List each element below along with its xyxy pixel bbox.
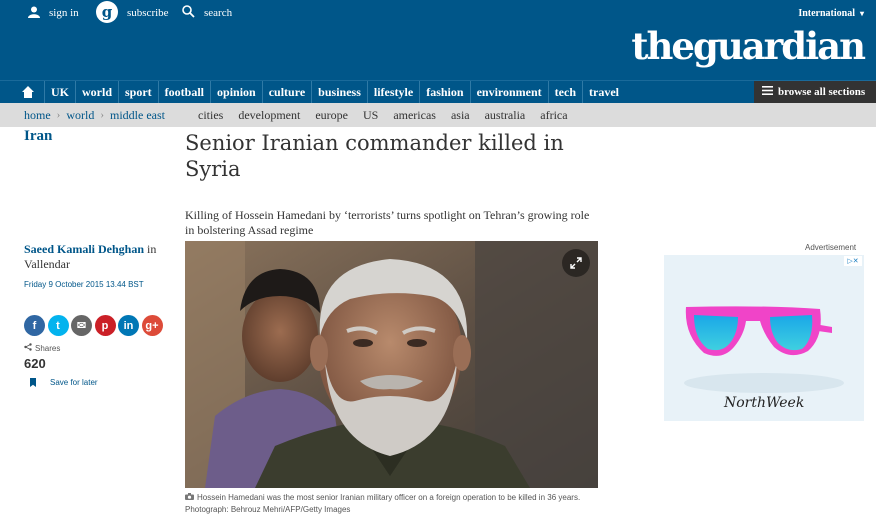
nav-item-fashion[interactable]: fashion [419,81,469,103]
browse-all-sections-button[interactable]: browse all sections [754,81,876,103]
portrait-image [185,241,598,488]
share-linkedin-button[interactable]: in [118,315,139,336]
expand-icon [570,257,582,269]
camera-icon [185,492,194,504]
section-links: cities development europe US americas asia aus… [198,103,583,127]
nav-item-travel[interactable]: travel [582,81,625,103]
nav-item-business[interactable]: business [311,81,367,103]
nav-item-tech[interactable]: tech [547,81,582,103]
logo-the: the [631,24,695,68]
signin-link[interactable]: sign in [28,3,79,23]
subnav-link-cities[interactable]: cities [198,108,223,123]
edition-label: International [798,7,855,19]
breadcrumb: home › world › middle east [24,103,165,127]
share-facebook-button[interactable]: f [24,315,45,336]
photo-credit: Photograph: Behrouz Mehri/AFP/Getty Imag… [185,505,351,514]
nav-item-opinion[interactable]: opinion [210,81,262,103]
shares-count: 620 [24,356,46,371]
subnav-link-americas[interactable]: americas [393,108,436,123]
photo-caption: Hossein Hamedani was the most senior Ira… [185,492,605,516]
ad-brand-logo: NorthWeek [724,395,805,411]
article-photo [185,241,598,488]
linkedin-icon: in [123,319,134,332]
logo-guardian: guardian [692,24,866,68]
article-headline: Senior Iranian commander killed in Syria [185,131,564,181]
advertisement-label: Advertisement [805,243,857,252]
advertisement[interactable]: ▷✕ NorthWeek [664,255,864,421]
article-standfirst: Killing of Hossein Hamedani by ‘terroris… [185,208,590,237]
save-label: Save for later [50,378,98,387]
expand-image-button[interactable] [562,249,590,277]
author-link[interactable]: Saeed Kamali Dehghan [24,242,144,256]
svg-text:g: g [102,3,113,21]
subnav-link-africa[interactable]: africa [540,108,567,123]
sub-nav: home › world › middle east cities development… [0,103,876,127]
nav-item-sport[interactable]: sport [118,81,158,103]
caption-text: Hossein Hamedani was the most senior Ira… [197,493,581,502]
subnav-link-asia[interactable]: asia [451,108,470,123]
publish-date: Friday 9 October 2015 13.44 BST [24,280,144,289]
home-icon [22,86,34,98]
top-bar: sign in g subscribe search International… [0,0,876,26]
subnav-link-europe[interactable]: europe [315,108,348,123]
twitter-icon: t [56,319,60,332]
byline-location: Vallendar [24,257,70,271]
search-label: search [204,7,233,19]
search-icon [182,5,195,21]
browse-label: browse all sections [778,86,866,98]
shares-label: Shares [35,343,61,353]
breadcrumb-middle-east[interactable]: middle east [110,108,165,123]
subscribe-label: subscribe [127,7,169,19]
main-nav: UK world sport football opinion culture busine… [0,80,876,103]
adchoices-icon[interactable]: ▷✕ [844,256,862,266]
nav-item-uk[interactable]: UK [44,81,75,103]
share-twitter-button[interactable]: t [47,315,69,336]
nav-item-environment[interactable]: environment [469,81,548,103]
breadcrumb-world[interactable]: world [66,108,94,123]
nav-item-football[interactable]: football [157,81,210,103]
save-for-later-button[interactable]: Save for later [30,378,98,387]
share-email-button[interactable]: ✉ [71,315,92,336]
bookmark-icon [30,378,36,387]
nav-item-lifestyle[interactable]: lifestyle [366,81,419,103]
shares-label-row: Shares [24,343,60,353]
googleplus-icon: g+ [145,319,159,332]
site-header: sign in g subscribe search International… [0,0,876,80]
search-link[interactable]: search [182,3,232,23]
nav-list: UK world sport football opinion culture busine… [12,81,625,103]
chevron-right-icon: › [56,109,61,121]
nav-item-world[interactable]: world [75,81,118,103]
guardian-logo[interactable]: theguardian [631,28,866,65]
subnav-link-australia[interactable]: australia [485,108,526,123]
menu-icon [762,86,773,98]
subnav-link-us[interactable]: US [363,108,378,123]
chevron-right-icon: › [100,109,105,121]
subnav-link-development[interactable]: development [238,108,300,123]
chevron-down-icon: ▾ [859,8,864,18]
subscribe-link[interactable]: g subscribe [96,0,169,26]
pinterest-icon: p [101,319,109,332]
user-icon [28,6,40,21]
nav-item-culture[interactable]: culture [261,81,311,103]
share-googleplus-button[interactable]: g+ [141,315,163,336]
byline: Saeed Kamali Dehghan in Vallendar [24,242,174,272]
facebook-icon: f [32,319,37,332]
breadcrumb-home[interactable]: home [24,108,51,123]
byline-in: in [147,242,157,256]
signin-label: sign in [49,7,79,19]
section-label[interactable]: Iran [24,128,52,145]
share-icon [24,343,32,353]
guardian-g-icon: g [96,0,118,26]
email-icon: ✉ [76,320,87,332]
share-buttons: f t ✉ p in g+ [24,315,165,336]
nav-home[interactable] [16,81,40,103]
edition-picker[interactable]: International ▾ [798,3,864,23]
share-pinterest-button[interactable]: p [94,315,116,336]
